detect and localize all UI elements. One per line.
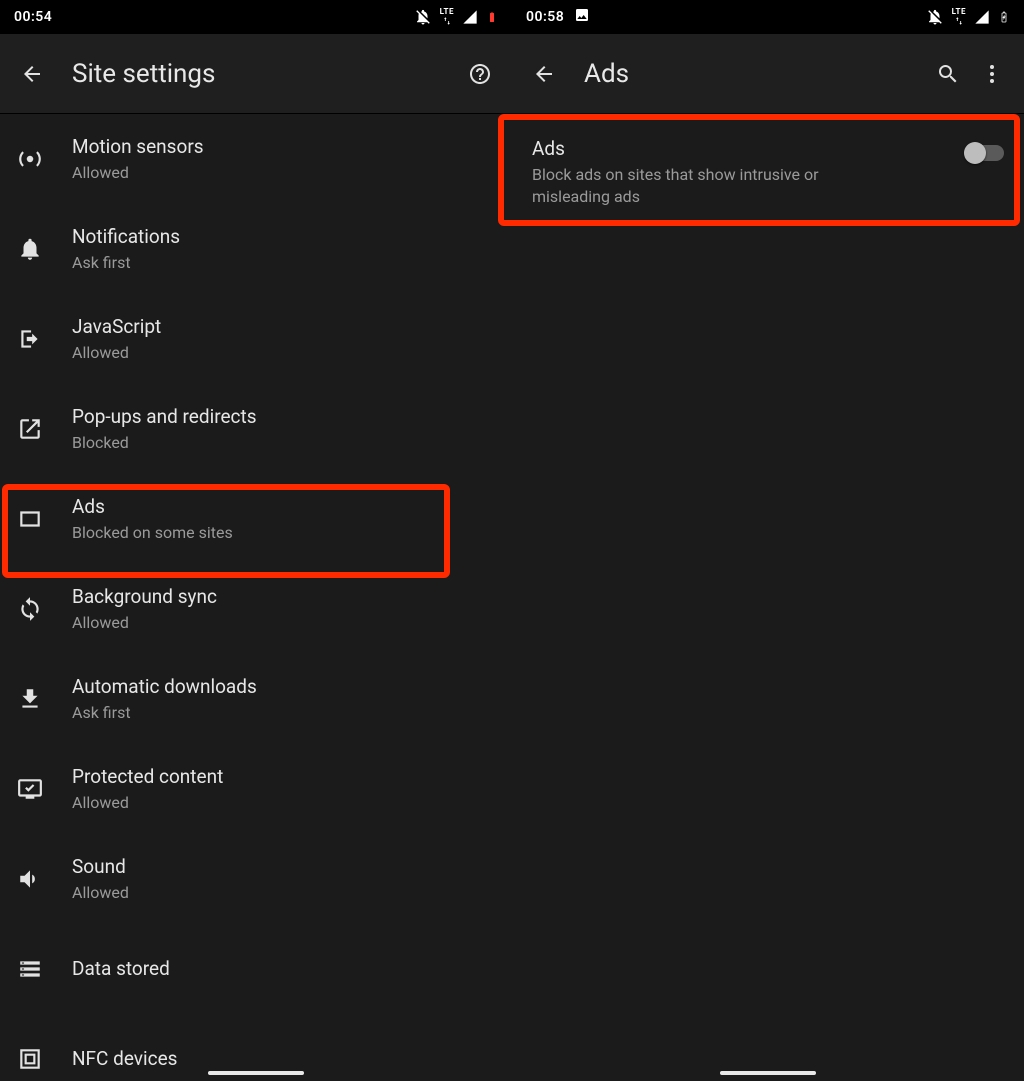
setting-row-ads[interactable]: AdsBlocked on some sites — [0, 474, 512, 564]
setting-subtitle: Allowed — [72, 162, 492, 184]
battery-charging-icon — [998, 8, 1010, 26]
settings-list: Motion sensorsAllowedNotificationsAsk fi… — [0, 114, 512, 1081]
page-title: Ads — [584, 59, 908, 89]
sync-icon — [16, 595, 44, 623]
ads-detail: Ads Block ads on sites that show intrusi… — [512, 114, 1024, 1081]
setting-subtitle: Blocked on some sites — [72, 522, 492, 544]
bell-icon — [16, 235, 44, 263]
help-button[interactable] — [460, 54, 500, 94]
setting-title: Protected content — [72, 764, 492, 790]
status-icons: LTE — [414, 8, 498, 26]
appheader-site-settings: Site settings — [0, 34, 512, 114]
search-button[interactable] — [928, 54, 968, 94]
setting-row-popups[interactable]: Pop-ups and redirectsBlocked — [0, 384, 512, 474]
nav-pill — [208, 1071, 304, 1075]
ads-toggle-switch[interactable] — [964, 142, 1004, 164]
status-clock: 00:54 — [14, 9, 52, 25]
tv-check-icon — [16, 775, 44, 803]
setting-subtitle: Allowed — [72, 882, 492, 904]
setting-subtitle: Allowed — [72, 342, 492, 364]
notifications-off-icon — [926, 8, 944, 26]
setting-row-protected-content[interactable]: Protected contentAllowed — [0, 744, 512, 834]
setting-title: Sound — [72, 854, 492, 880]
setting-title: NFC devices — [72, 1046, 492, 1072]
nav-pill — [720, 1071, 816, 1075]
page-title: Site settings — [72, 59, 440, 89]
exit-right-icon — [16, 325, 44, 353]
setting-row-background-sync[interactable]: Background syncAllowed — [0, 564, 512, 654]
setting-title: Pop-ups and redirects — [72, 404, 492, 430]
lte-indicator: LTE — [952, 8, 966, 26]
appheader-ads: Ads — [512, 34, 1024, 114]
ads-toggle-subtitle: Block ads on sites that show intrusive o… — [532, 164, 892, 208]
download-icon — [16, 685, 44, 713]
ads-toggle-row[interactable]: Ads Block ads on sites that show intrusi… — [512, 114, 1024, 224]
storage-icon — [16, 955, 44, 983]
statusbar-left: 00:54 LTE — [0, 0, 512, 34]
status-clock: 00:58 — [526, 9, 564, 25]
setting-subtitle: Allowed — [72, 612, 492, 634]
speaker-icon — [16, 865, 44, 893]
vibration-icon — [16, 145, 44, 173]
setting-title: Motion sensors — [72, 134, 492, 160]
back-button[interactable] — [12, 54, 52, 94]
signal-icon — [974, 9, 990, 25]
setting-title: Notifications — [72, 224, 492, 250]
setting-row-motion-sensors[interactable]: Motion sensorsAllowed — [0, 114, 512, 204]
signal-icon — [462, 9, 478, 25]
setting-subtitle: Allowed — [72, 792, 492, 814]
setting-subtitle: Blocked — [72, 432, 492, 454]
battery-icon — [486, 8, 498, 26]
nfc-icon — [16, 1045, 44, 1073]
screen-ads: 00:58 LTE Ads — [512, 0, 1024, 1081]
setting-title: JavaScript — [72, 314, 492, 340]
back-button[interactable] — [524, 54, 564, 94]
setting-title: Automatic downloads — [72, 674, 492, 700]
screen-site-settings: 00:54 LTE Site settings Motion sensorsAl… — [0, 0, 512, 1081]
setting-row-javascript[interactable]: JavaScriptAllowed — [0, 294, 512, 384]
status-icons: LTE — [926, 8, 1010, 26]
setting-row-sound[interactable]: SoundAllowed — [0, 834, 512, 924]
notifications-off-icon — [414, 8, 432, 26]
setting-title: Ads — [72, 494, 492, 520]
setting-title: Background sync — [72, 584, 492, 610]
setting-row-notifications[interactable]: NotificationsAsk first — [0, 204, 512, 294]
image-notification-icon — [574, 7, 590, 27]
setting-row-data-stored[interactable]: Data stored — [0, 924, 512, 1014]
statusbar-right: 00:58 LTE — [512, 0, 1024, 34]
lte-indicator: LTE — [440, 8, 454, 26]
setting-subtitle: Ask first — [72, 702, 492, 724]
setting-subtitle: Ask first — [72, 252, 492, 274]
rect-icon — [16, 505, 44, 533]
setting-title: Data stored — [72, 956, 492, 982]
overflow-menu-button[interactable] — [972, 54, 1012, 94]
open-ext-icon — [16, 415, 44, 443]
ads-toggle-title: Ads — [532, 136, 936, 162]
setting-row-automatic-downloads[interactable]: Automatic downloadsAsk first — [0, 654, 512, 744]
